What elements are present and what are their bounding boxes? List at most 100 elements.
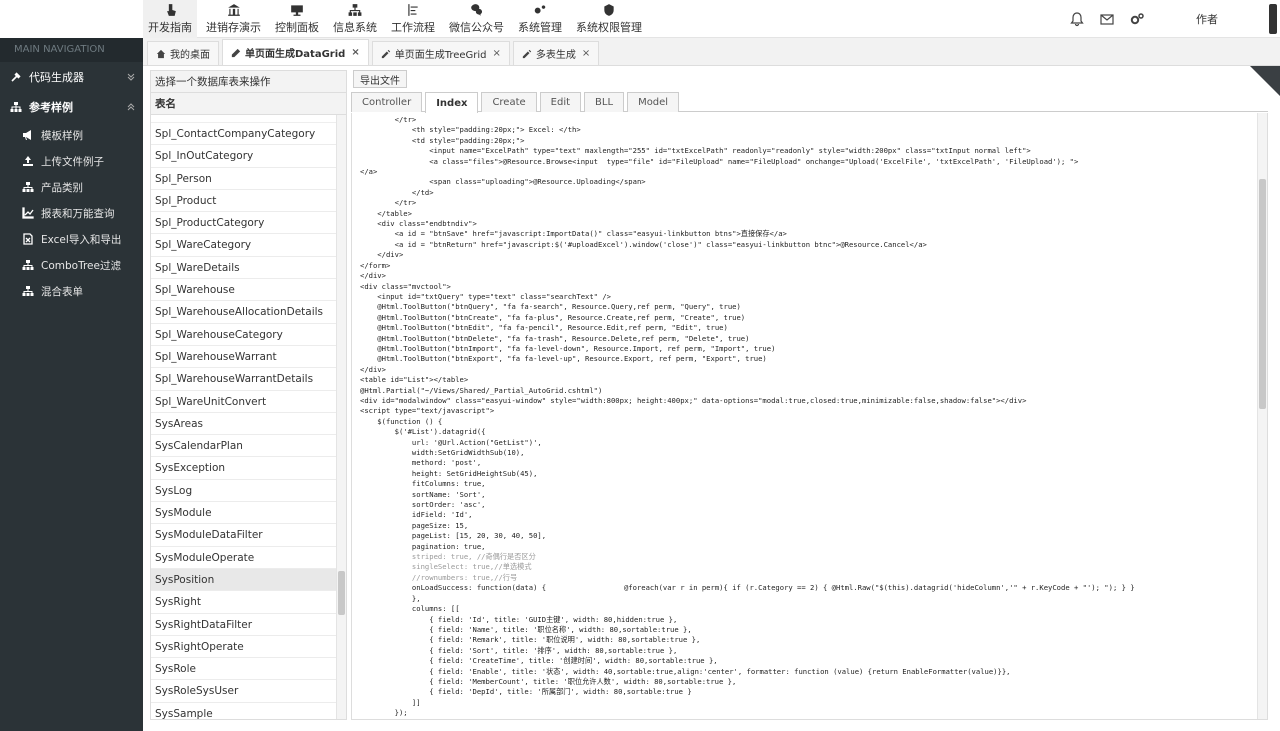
- top-right-tools: 作者: [1062, 0, 1280, 38]
- topnav-item-4[interactable]: 工作流程: [386, 0, 440, 38]
- topnav-item-0[interactable]: 开发指南: [143, 0, 197, 38]
- sidebar-item-label: ComboTree过滤: [41, 259, 121, 272]
- sidebar-item-5[interactable]: ComboTree过滤: [0, 252, 143, 278]
- table-row[interactable]: SysPosition: [151, 568, 346, 592]
- topnav-item-2[interactable]: 控制面板: [270, 0, 324, 38]
- table-row[interactable]: SysRight: [151, 591, 346, 614]
- table-row[interactable]: Spl_Product: [151, 190, 346, 213]
- table-row[interactable]: SysModule: [151, 502, 346, 525]
- code-line: { field: 'MemberCount', title: '职位允许人数',…: [360, 676, 737, 686]
- bell-icon[interactable]: [1069, 11, 1085, 27]
- monitor-icon: [291, 5, 303, 16]
- user-name[interactable]: 作者: [1196, 11, 1218, 27]
- table-row[interactable]: Spl_InOutCategory: [151, 145, 346, 168]
- code-line: { field: 'Id', title: 'GUID主键', width: 8…: [360, 614, 678, 624]
- scrollbar-thumb[interactable]: [338, 571, 345, 615]
- table-row[interactable]: Spl_ProductCategory: [151, 212, 346, 235]
- code-line: });: [360, 708, 408, 718]
- sidebar-item-2[interactable]: 产品类别: [0, 174, 143, 200]
- table-row[interactable]: SysException: [151, 457, 346, 480]
- table-row[interactable]: SysCalendarPlan: [151, 435, 346, 458]
- code-line: <a id = "btnReturn" href="javascript:$('…: [360, 239, 927, 249]
- table-row[interactable]: SysSample: [151, 703, 346, 719]
- topnav-item-6[interactable]: 系统管理: [513, 0, 567, 38]
- sidebar-item-label: 报表和万能查询: [41, 207, 115, 220]
- sidebar-item-label: 模板样例: [41, 129, 83, 142]
- code-line: pageSize: 15,: [360, 520, 469, 530]
- code-tab-edit[interactable]: Edit: [539, 92, 582, 112]
- topnav-label: 微信公众号: [449, 21, 504, 34]
- code-line: @Html.ToolButton("btnImport", "fa fa-lev…: [360, 343, 776, 353]
- code-line: pageList: [15, 20, 30, 40, 50],: [360, 531, 547, 541]
- code-scrollbar-thumb[interactable]: [1259, 179, 1266, 409]
- sidebar-item-6[interactable]: 混合表单: [0, 278, 143, 304]
- sidebar-item-0[interactable]: 模板样例: [0, 122, 143, 148]
- sidebar-group-reference-samples[interactable]: 参考样例: [0, 92, 143, 122]
- code-line: <th style="padding:20px;"> Excel: </th>: [360, 125, 581, 135]
- table-row[interactable]: SysLog: [151, 480, 346, 503]
- code-line: //rownumbers: true,//行号: [360, 572, 518, 582]
- table-row[interactable]: Spl_Person: [151, 168, 346, 190]
- tab-1[interactable]: 单页面生成DataGrid ×: [222, 39, 369, 65]
- close-icon[interactable]: ×: [582, 48, 590, 59]
- sidebar-item-3[interactable]: 报表和万能查询: [0, 200, 143, 226]
- sidebar-header: MAIN NAVIGATION: [0, 38, 143, 62]
- tab-2[interactable]: 单页面生成TreeGrid ×: [371, 41, 510, 65]
- table-row[interactable]: SysRightDataFilter: [151, 614, 346, 636]
- code-line: <input id="txtQuery" type="text" class="…: [360, 291, 611, 301]
- sidebar-item-1[interactable]: 上传文件例子: [0, 148, 143, 174]
- chevron-double-up-icon: [127, 103, 135, 111]
- table-row[interactable]: SysRole: [151, 658, 346, 681]
- code-tab-index[interactable]: Index: [425, 92, 479, 113]
- table-row[interactable]: Spl_ContactCompanyCategory: [151, 123, 346, 146]
- topnav-label: 进销存演示: [206, 21, 261, 34]
- edit-icon: [381, 49, 390, 58]
- topnav-item-5[interactable]: 微信公众号: [444, 0, 509, 38]
- table-row[interactable]: Spl_WarehouseCategory: [151, 324, 346, 346]
- top-nav: 开发指南 进销存演示 控制面板 信息系统 工作流程 微信公众号 系统管理 系统权限管理: [143, 0, 651, 38]
- tab-3[interactable]: 多表生成 ×: [512, 41, 600, 65]
- code-tab-model[interactable]: Model: [627, 92, 680, 112]
- code-view[interactable]: </tr> <th style="padding:20px;"> Excel: …: [351, 113, 1268, 720]
- code-vertical-scrollbar[interactable]: [1257, 113, 1267, 719]
- table-row[interactable]: Spl_WareUnitConvert: [151, 391, 346, 413]
- table-row[interactable]: Spl_WarehouseAllocationDetails: [151, 301, 346, 324]
- topnav-label: 系统权限管理: [576, 21, 642, 34]
- column-header-table-name[interactable]: 表名: [151, 93, 346, 115]
- table-row[interactable]: Spl_WareCategory: [151, 234, 346, 257]
- code-tab-bll[interactable]: BLL: [584, 92, 625, 112]
- export-file-button[interactable]: 导出文件: [353, 70, 407, 88]
- table-row[interactable]: SysRoleSysUser: [151, 680, 346, 703]
- table-row[interactable]: Spl_WarehouseWarrantDetails: [151, 368, 346, 391]
- sidebar-group-code-generator[interactable]: 代码生成器: [0, 62, 143, 92]
- sitemap-icon: [10, 102, 22, 112]
- topnav-item-1[interactable]: 进销存演示: [201, 0, 266, 38]
- code-line: { field: 'DepId', title: '所属部门', width: …: [360, 687, 692, 697]
- sidebar-item-4[interactable]: Excel导入和导出: [0, 226, 143, 252]
- tab-0[interactable]: 我的桌面: [147, 41, 219, 65]
- code-tab-create[interactable]: Create: [481, 92, 537, 112]
- table-row[interactable]: Spl_WarehouseWarrant: [151, 346, 346, 369]
- code-line: </td>: [360, 187, 434, 197]
- close-icon[interactable]: ×: [493, 48, 501, 59]
- flow-icon: [408, 4, 418, 16]
- code-line: <a class="files">@Resource.Browse<input …: [360, 156, 1079, 166]
- code-line: idField: 'Id',: [360, 510, 473, 520]
- close-icon[interactable]: ×: [351, 47, 359, 58]
- tab-label: 多表生成: [535, 50, 576, 61]
- table-select-panel: 选择一个数据库表来操作 表名 Spl_ContactCompanyCategor…: [150, 70, 347, 720]
- topnav-item-7[interactable]: 系统权限管理: [571, 0, 647, 38]
- table-row[interactable]: SysRightOperate: [151, 636, 346, 659]
- code-tab-controller[interactable]: Controller: [351, 92, 423, 112]
- table-row[interactable]: Spl_WareDetails: [151, 257, 346, 280]
- table-row[interactable]: SysAreas: [151, 413, 346, 436]
- table-row[interactable]: SysModuleDataFilter: [151, 524, 346, 547]
- table-row[interactable]: SysModuleOperate: [151, 547, 346, 569]
- table-row[interactable]: Spl_Warehouse: [151, 279, 346, 302]
- vertical-scrollbar[interactable]: [336, 115, 346, 719]
- code-line: $('#List').datagrid({: [360, 427, 486, 437]
- gears-icon[interactable]: [1129, 11, 1145, 27]
- envelope-icon[interactable]: [1099, 11, 1115, 27]
- topnav-label: 开发指南: [148, 21, 192, 34]
- topnav-item-3[interactable]: 信息系统: [328, 0, 382, 38]
